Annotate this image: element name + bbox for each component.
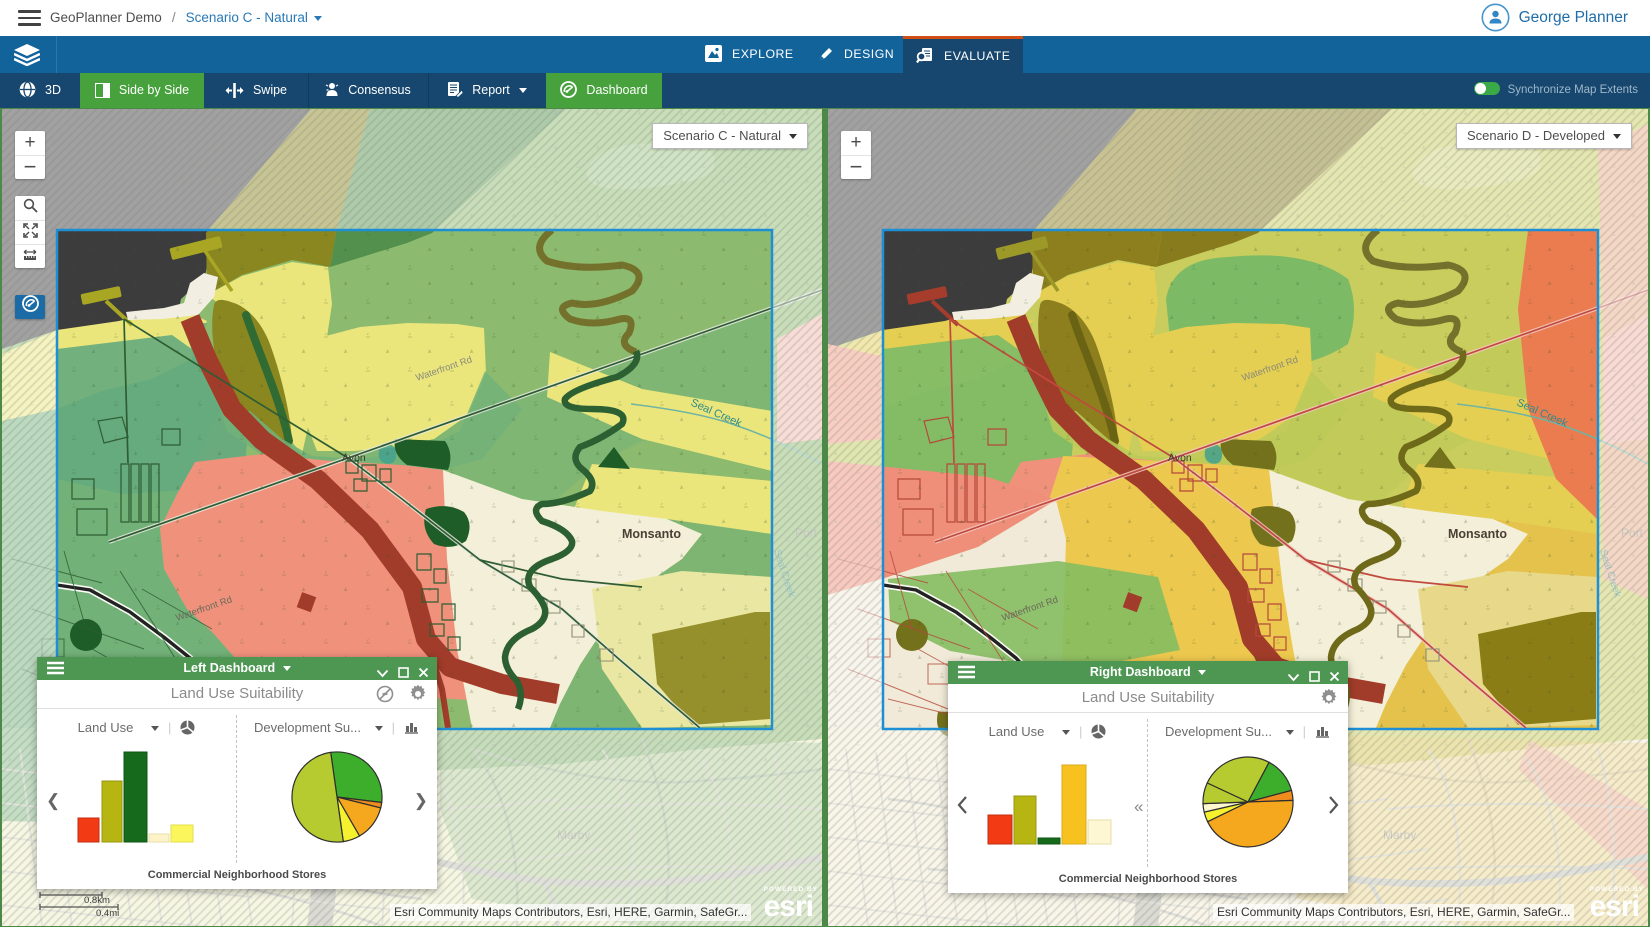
svg-text:0.8km: 0.8km <box>84 895 110 906</box>
svg-text:0.4mi: 0.4mi <box>96 908 119 918</box>
